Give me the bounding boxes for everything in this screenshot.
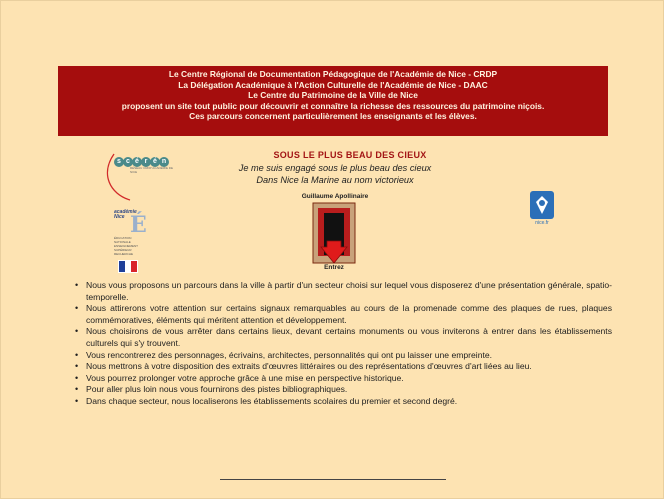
list-item: Vous rencontrerez des personnages, écriv… (74, 350, 612, 362)
list-item: Nous attirerons votre attention sur cert… (74, 303, 612, 326)
academie-fine-print: ÉDUCATION NATIONALE ENSEIGNEMENT SUPÉRIE… (114, 236, 138, 256)
banner-line-patrimoine: Le Centre du Patrimoine de la Ville de N… (248, 90, 418, 101)
list-item: Nous choisirons de vous arrêter dans cer… (74, 326, 612, 349)
list-item: Dans chaque secteur, nous localiserons l… (74, 396, 612, 408)
poem-line-1: Je me suis engagé sous le plus beau des … (238, 163, 432, 173)
list-item: Pour aller plus loin nous vous fourniron… (74, 384, 612, 396)
poem-author: Guillaume Apollinaire (301, 193, 369, 200)
french-flag-icon (118, 260, 138, 273)
nice-fr-label: nice.fr (535, 220, 549, 226)
footer-divider (220, 479, 446, 480)
poem-quote: Je me suis engagé sous le plus beau des … (170, 162, 500, 186)
enter-door-button[interactable] (311, 201, 357, 265)
intro-bullet-list: Nous vous proposons un parcours dans la … (74, 280, 612, 408)
list-item: Vous pourrez prolonger votre approche gr… (74, 373, 612, 385)
enter-link[interactable]: Entrez (312, 264, 356, 271)
list-item: Nous vous proposons un parcours dans la … (74, 280, 612, 303)
page-title: SOUS LE PLUS BEAU DES CIEUX (273, 150, 427, 160)
academie-letter-icon: É (130, 212, 147, 238)
banner-line-proposition: proposent un site tout public pour décou… (121, 100, 545, 111)
header-banner: Le Centre Régional de Documentation Péda… (58, 66, 608, 136)
door-arrow-icon (312, 202, 356, 264)
banner-line-audience: Ces parcours concernent particulièrement… (189, 111, 477, 122)
poem-line-2: Dans Nice la Marine au nom victorieux (256, 175, 414, 185)
banner-line-crdp: Le Centre Régional de Documentation Péda… (168, 69, 498, 79)
banner-line-daac: La Délégation Académique à l'Action Cult… (178, 79, 488, 90)
list-item: Nous mettrons à votre disposition des ex… (74, 361, 612, 373)
nice-fr-logo[interactable]: nice.fr (527, 189, 557, 229)
academie-nice-logo[interactable]: académie Nice É ÉDUCATION NATIONALE ENSE… (108, 208, 154, 276)
